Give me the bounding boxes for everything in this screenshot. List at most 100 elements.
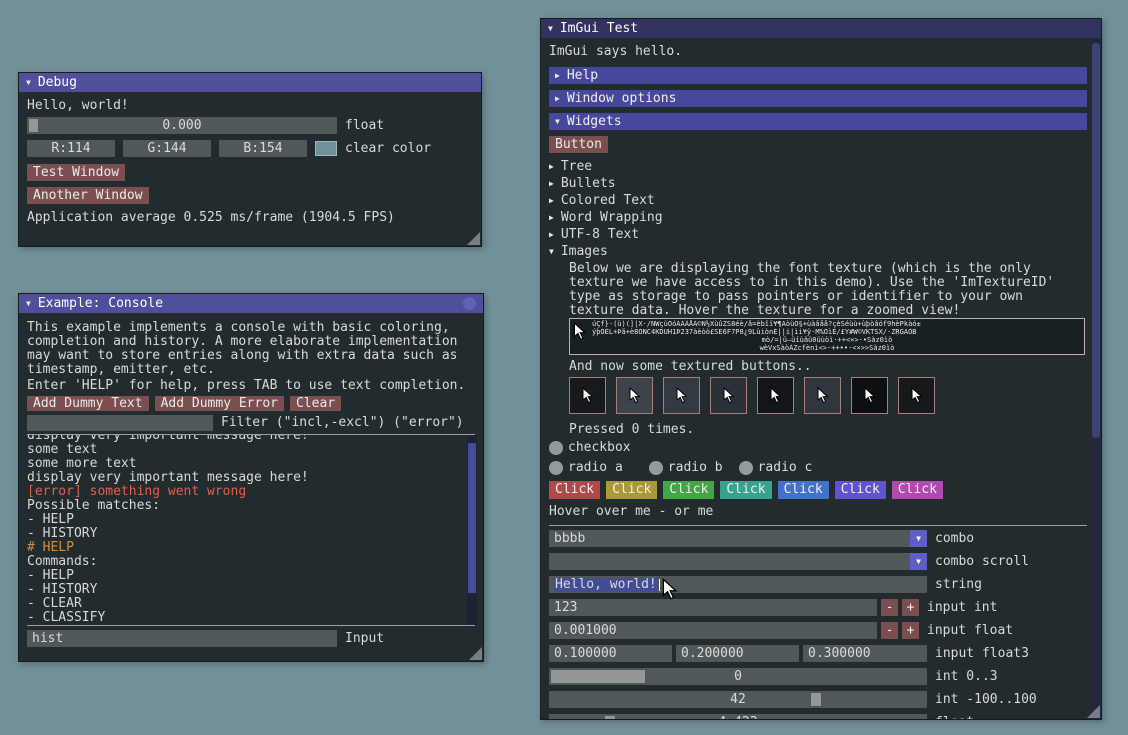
radio-b[interactable] bbox=[649, 461, 663, 475]
image-button[interactable] bbox=[898, 377, 935, 414]
log-line: - HISTORY bbox=[27, 527, 480, 541]
cursor-glyph-icon bbox=[817, 387, 829, 405]
slider-grab[interactable] bbox=[29, 119, 38, 132]
clear-color-swatch[interactable] bbox=[315, 141, 337, 156]
float-slider[interactable]: 4.423 bbox=[549, 714, 927, 720]
scrollbar-grab[interactable] bbox=[1092, 43, 1100, 438]
header-widgets[interactable]: ▼ Widgets bbox=[549, 113, 1087, 130]
collapse-icon[interactable]: ▼ bbox=[26, 300, 31, 308]
button-widget[interactable]: Button bbox=[549, 136, 608, 153]
combo-scroll-box[interactable]: ▼ bbox=[549, 553, 927, 570]
tree-node-label: Bullets bbox=[561, 177, 616, 191]
slider-grab[interactable] bbox=[811, 693, 821, 706]
clear-button[interactable]: Clear bbox=[290, 396, 341, 411]
scrollbar-track[interactable] bbox=[467, 435, 477, 625]
window-title: Debug bbox=[38, 76, 77, 90]
increment-button[interactable]: + bbox=[902, 599, 919, 616]
drag-blue[interactable]: B:154 bbox=[219, 140, 307, 157]
int-slider-100[interactable]: 42 bbox=[549, 691, 927, 708]
image-button[interactable] bbox=[804, 377, 841, 414]
float-input[interactable]: 0.001000 bbox=[549, 622, 877, 639]
log-line: - HELP bbox=[27, 513, 480, 527]
int-slider-0-3[interactable]: 0 bbox=[549, 668, 927, 685]
collapse-icon[interactable]: ▼ bbox=[548, 25, 553, 33]
separator bbox=[549, 525, 1087, 526]
font-texture-image[interactable]: úÇf}·(ü)(]|X·/ÑWçùÒóÀÄÂÅÀ©Ñ½XùûZS8éè/å=è… bbox=[569, 318, 1085, 355]
tree-node-utf8-text[interactable]: ▶ UTF-8 Text bbox=[549, 226, 1087, 243]
resize-grip[interactable] bbox=[469, 647, 482, 660]
tree-node-word-wrapping[interactable]: ▶ Word Wrapping bbox=[549, 209, 1087, 226]
click-button-3[interactable]: Click bbox=[663, 481, 714, 499]
slider-grab[interactable] bbox=[551, 670, 645, 683]
drag-red-value: R:114 bbox=[51, 142, 90, 156]
tree-node-images[interactable]: ▼ Images bbox=[549, 243, 1087, 260]
click-button-6[interactable]: Click bbox=[835, 481, 886, 499]
header-help[interactable]: ▶ Help bbox=[549, 67, 1087, 84]
tree-node-tree[interactable]: ▶ Tree bbox=[549, 158, 1087, 175]
test-window-button[interactable]: Test Window bbox=[27, 164, 125, 181]
header-window-options[interactable]: ▶ Window options bbox=[549, 90, 1087, 107]
console-command-input[interactable]: hist bbox=[27, 630, 337, 647]
chevron-right-icon: ▶ bbox=[549, 163, 554, 171]
image-button[interactable] bbox=[616, 377, 653, 414]
collapse-icon[interactable]: ▼ bbox=[26, 79, 31, 87]
resize-grip[interactable] bbox=[467, 232, 480, 245]
increment-button[interactable]: + bbox=[902, 622, 919, 639]
debug-titlebar[interactable]: ▼ Debug bbox=[19, 73, 481, 92]
click-button-1[interactable]: Click bbox=[549, 481, 600, 499]
slider-value: 4.423 bbox=[718, 716, 757, 721]
add-dummy-error-button[interactable]: Add Dummy Error bbox=[155, 396, 284, 411]
decrement-button[interactable]: - bbox=[881, 622, 898, 639]
hover-text[interactable]: Hover over me - or me bbox=[549, 505, 1087, 519]
tree-node-colored-text[interactable]: ▶ Colored Text bbox=[549, 192, 1087, 209]
float3-input-z[interactable]: 0.300000 bbox=[803, 645, 927, 662]
cursor-glyph-icon bbox=[676, 387, 688, 405]
int-input[interactable]: 123 bbox=[549, 599, 877, 616]
filter-input[interactable] bbox=[27, 415, 213, 431]
image-button[interactable] bbox=[663, 377, 700, 414]
resize-grip[interactable] bbox=[1087, 705, 1100, 718]
intro-line: may want to store entries along with ext… bbox=[27, 349, 475, 363]
image-button[interactable] bbox=[710, 377, 747, 414]
texture-noise-row: ýþÒÈL+Þå+è8ÓNC4KDUH1Þ237àèòò£SE6F7P8¿9Lù… bbox=[570, 328, 1084, 336]
click-button-5[interactable]: Click bbox=[778, 481, 829, 499]
combo-box[interactable]: bbbb ▼ bbox=[549, 530, 927, 547]
text-cursor bbox=[659, 579, 660, 591]
float3-input-x[interactable]: 0.100000 bbox=[549, 645, 672, 662]
tree-node-label: Images bbox=[561, 245, 608, 259]
radio-c[interactable] bbox=[739, 461, 753, 475]
image-button[interactable] bbox=[851, 377, 888, 414]
close-icon[interactable] bbox=[463, 297, 476, 310]
image-button[interactable] bbox=[569, 377, 606, 414]
click-button-7[interactable]: Click bbox=[892, 481, 943, 499]
combo-arrow-icon[interactable]: ▼ bbox=[910, 553, 927, 570]
image-button[interactable] bbox=[757, 377, 794, 414]
tree-node-bullets[interactable]: ▶ Bullets bbox=[549, 175, 1087, 192]
log-line: Commands: bbox=[27, 555, 480, 569]
combo-arrow-icon[interactable]: ▼ bbox=[910, 530, 927, 547]
another-window-button[interactable]: Another Window bbox=[27, 187, 149, 204]
cursor-glyph-icon bbox=[723, 387, 735, 405]
texture-noise-row: úÇf}·(ü)(]|X·/ÑWçùÒóÀÄÂÅÀ©Ñ½XùûZS8éè/å=è… bbox=[570, 320, 1084, 328]
float3-input-y[interactable]: 0.200000 bbox=[676, 645, 799, 662]
float-slider[interactable]: 0.000 bbox=[27, 117, 337, 134]
drag-red[interactable]: R:114 bbox=[27, 140, 115, 157]
click-button-2[interactable]: Click bbox=[606, 481, 657, 499]
checkbox[interactable] bbox=[549, 441, 563, 455]
decrement-button[interactable]: - bbox=[881, 599, 898, 616]
chevron-down-icon: ▼ bbox=[555, 118, 560, 126]
scrollbar-grab[interactable] bbox=[468, 443, 476, 593]
string-input[interactable]: Hello, world! bbox=[549, 576, 927, 593]
console-titlebar[interactable]: ▼ Example: Console bbox=[19, 294, 483, 313]
scrollbar-track[interactable] bbox=[1091, 38, 1101, 719]
slider-grab[interactable] bbox=[605, 716, 615, 720]
imgui-test-window: ▼ ImGui Test ImGui says hello. ▶ Help ▶ … bbox=[540, 18, 1102, 720]
imgui-test-titlebar[interactable]: ▼ ImGui Test bbox=[541, 19, 1101, 38]
filter-label: Filter ("incl,-excl") ("error") bbox=[221, 416, 464, 430]
chevron-down-icon: ▼ bbox=[549, 248, 554, 256]
click-button-4[interactable]: Click bbox=[720, 481, 771, 499]
console-log-region[interactable]: display very important message here! som… bbox=[27, 435, 480, 625]
drag-green[interactable]: G:144 bbox=[123, 140, 211, 157]
add-dummy-text-button[interactable]: Add Dummy Text bbox=[27, 396, 149, 411]
radio-a[interactable] bbox=[549, 461, 563, 475]
